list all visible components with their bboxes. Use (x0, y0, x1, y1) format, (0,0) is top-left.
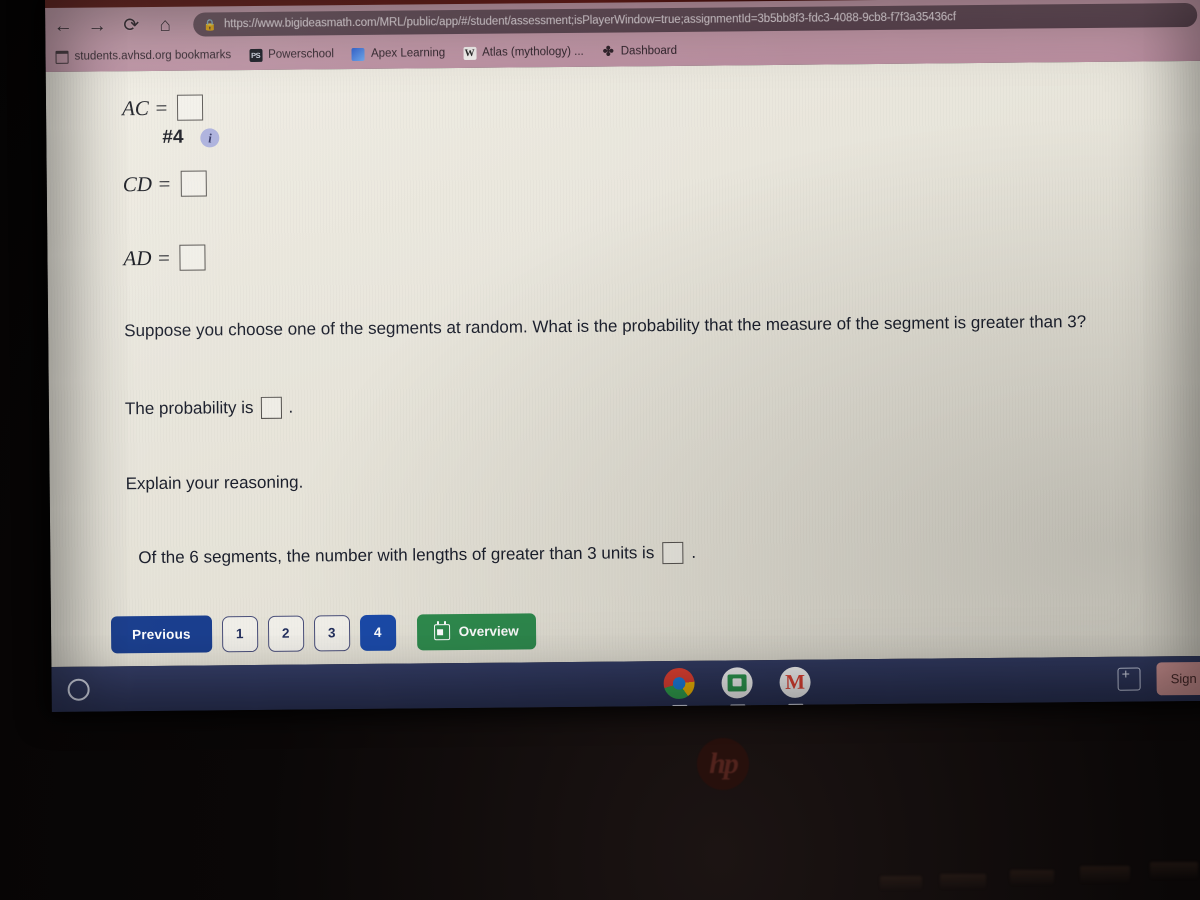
probability-answer-row: The probability is . (49, 388, 1200, 421)
info-icon[interactable]: i (200, 127, 220, 148)
answer-input-ad[interactable] (179, 244, 207, 271)
url-text: https://www.bigideasmath.com/MRL/public/… (223, 11, 956, 31)
wikipedia-icon: W (463, 46, 477, 60)
question-prompt: Suppose you choose one of the segments a… (124, 312, 1087, 341)
answer-row-ad: AD = (47, 235, 1200, 272)
reload-icon[interactable]: ⟳ (121, 15, 141, 36)
answer-label-ad: AD = (123, 245, 172, 270)
launcher-circle-icon[interactable] (67, 678, 90, 701)
window-stack-icon[interactable] (1117, 667, 1141, 691)
bookmark-label: Dashboard (620, 44, 678, 58)
answer-row-cd: CD = (47, 161, 1200, 198)
powerschool-icon: PS (249, 48, 263, 62)
google-classroom-icon[interactable] (721, 667, 753, 699)
chrome-icon[interactable] (663, 667, 695, 700)
bookmark-label: students.avhsd.org bookmarks (74, 49, 232, 63)
apex-learning-icon (351, 47, 366, 61)
probability-label: The probability is (124, 398, 254, 419)
explain-prompt: Explain your reasoning. (125, 472, 304, 494)
browser-toolbar: ← → ⟳ ⌂ 🔒 https://www.bigideasmath.com/M… (45, 0, 1200, 72)
assessment-page: AC = #4 i CD = AD = Suppose you choose o… (45, 60, 1200, 667)
folder-icon (55, 50, 69, 64)
bookmark-powerschool[interactable]: PS Powerschool (249, 48, 334, 62)
overview-label: Overview (458, 623, 519, 640)
laptop-screen: ← → ⟳ ⌂ 🔒 https://www.bigideasmath.com/M… (45, 0, 1200, 712)
bookmark-label: Atlas (mythology) ... (482, 45, 584, 59)
calendar-icon (433, 623, 450, 640)
keyboard-key-hint (1080, 866, 1130, 884)
sign-out-button[interactable]: Sign o (1156, 661, 1200, 696)
keyboard-key-hint (940, 874, 986, 890)
problem-number: #4 (162, 126, 184, 148)
forward-icon[interactable]: → (87, 15, 107, 36)
answer-label-ac: AC = (121, 95, 169, 120)
overview-button[interactable]: Overview (416, 612, 536, 650)
assessment-nav-buttons: Previous 1 2 3 4 Overview (110, 612, 536, 654)
bookmark-label: Apex Learning (370, 47, 446, 60)
bookmark-atlas-mythology[interactable]: W Atlas (mythology) ... (463, 45, 584, 60)
address-bar[interactable]: 🔒 https://www.bigideasmath.com/MRL/publi… (193, 2, 1198, 37)
answer-label-cd: CD = (122, 171, 172, 196)
page-button-1[interactable]: 1 (221, 615, 258, 652)
lock-icon: 🔒 (203, 18, 218, 31)
segment-count-label: Of the 6 segments, the number with lengt… (138, 543, 655, 568)
gmail-icon[interactable]: M (779, 666, 811, 698)
segment-count-input[interactable] (662, 541, 684, 565)
answer-input-cd[interactable] (180, 170, 207, 197)
back-icon[interactable]: ← (53, 15, 73, 36)
shelf-app-icons: M (663, 666, 811, 700)
hp-brand-logo: hp (697, 738, 749, 790)
answer-row-ac: AC = (46, 85, 1200, 122)
segment-count-period: . (691, 542, 697, 562)
keyboard-key-hint (1150, 862, 1198, 880)
page-button-3[interactable]: 3 (313, 614, 350, 651)
bookmark-students-avhsd[interactable]: students.avhsd.org bookmarks (55, 49, 231, 64)
dashboard-icon: ✤ (602, 43, 614, 59)
laptop-photo: hp ← → ⟳ ⌂ 🔒 https://www.bigideasmath.co… (0, 0, 1200, 900)
previous-button[interactable]: Previous (110, 615, 212, 654)
page-button-2[interactable]: 2 (267, 615, 304, 652)
segment-count-row: Of the 6 segments, the number with lengt… (50, 537, 1200, 570)
keyboard-key-hint (1010, 870, 1054, 886)
shelf-status-area: Sign o (1117, 661, 1200, 696)
probability-input[interactable] (260, 396, 282, 419)
page-button-4[interactable]: 4 (359, 614, 396, 651)
answer-input-ac[interactable] (177, 94, 204, 121)
bookmark-apex-learning[interactable]: Apex Learning (351, 47, 446, 61)
probability-period: . (288, 397, 294, 417)
keyboard-key-hint (880, 876, 922, 891)
problem-number-row: #4 i (46, 117, 1200, 150)
home-icon[interactable]: ⌂ (155, 14, 175, 35)
bookmark-dashboard[interactable]: ✤ Dashboard (602, 43, 678, 59)
bookmark-label: Powerschool (268, 48, 335, 61)
